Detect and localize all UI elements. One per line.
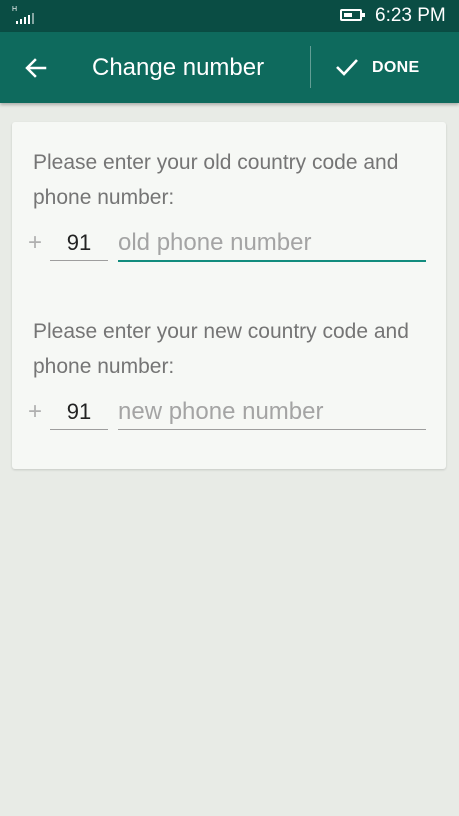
page-title: Change number <box>92 54 265 81</box>
app-bar-divider <box>310 46 311 88</box>
done-button[interactable]: DONE <box>330 50 440 86</box>
signal-icon: H <box>12 6 44 26</box>
new-plus-sign: + <box>28 398 43 425</box>
old-number-prompt: Please enter your old country code and p… <box>33 151 399 209</box>
app-bar: Change number DONE <box>0 32 459 103</box>
old-phone-number-field[interactable] <box>118 226 426 262</box>
old-plus-sign: + <box>28 229 43 256</box>
done-label: DONE <box>372 59 420 76</box>
new-number-prompt: Please enter your new country code and p… <box>33 320 409 378</box>
network-type-label: H <box>12 6 18 13</box>
new-phone-number-field[interactable] <box>118 395 426 430</box>
status-bar: H 6:23 PM <box>0 0 459 32</box>
check-icon <box>336 59 358 76</box>
battery-icon <box>340 9 365 21</box>
new-country-code-field[interactable] <box>50 395 108 430</box>
old-country-code-field[interactable] <box>50 226 108 261</box>
arrow-left-icon <box>25 58 47 78</box>
change-number-form: Please enter your old country code and p… <box>12 122 446 469</box>
status-time: 6:23 PM <box>375 5 446 26</box>
back-button[interactable] <box>18 50 54 86</box>
